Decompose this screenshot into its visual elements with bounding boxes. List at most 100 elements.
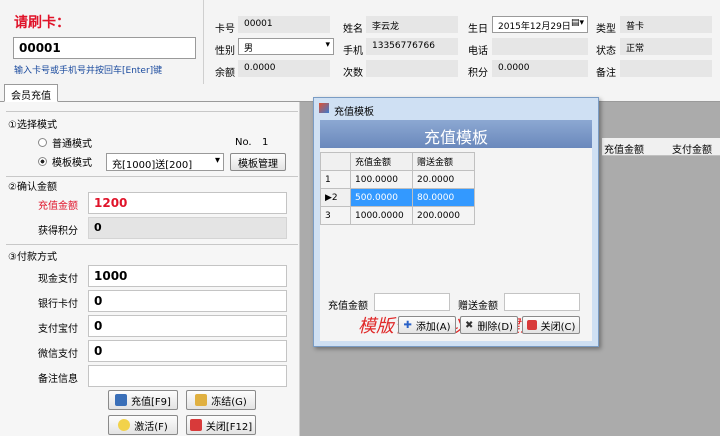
row-gift: 200.0000 (412, 206, 475, 225)
bank-label: 银行卡付 (38, 299, 78, 310)
gender-select[interactable]: 男 ▾ (238, 38, 334, 55)
template-no-label: No. (235, 137, 252, 148)
normal-mode-radio[interactable]: 普通模式 (38, 135, 92, 150)
key-icon (118, 419, 131, 431)
recharge-button[interactable]: 充值[F9] (108, 390, 178, 410)
dialog-gift-input[interactable] (504, 293, 580, 311)
row-charge: 500.0000 (350, 188, 413, 207)
lock-icon (195, 394, 208, 406)
payment-note-input[interactable] (88, 365, 287, 387)
chevron-down-icon: ▾ (214, 155, 220, 166)
table-header-row: 充值金额 赠送金额 (320, 152, 475, 171)
birthday-picker[interactable]: 2015年12月29日 ▤▾ (492, 16, 588, 33)
template-mode-label: 模板模式 (52, 158, 92, 169)
plus-icon: ✚ (403, 319, 412, 331)
gender-label: 性别 (215, 46, 235, 57)
col-gift: 赠送金额 (412, 152, 475, 171)
note-field (620, 60, 712, 77)
tab-member-recharge[interactable]: 会员充值 (4, 84, 58, 102)
freeze-button[interactable]: 冻结(G) (186, 390, 256, 410)
cash-input[interactable]: 1000 (88, 265, 287, 287)
row-gift: 20.0000 (412, 170, 475, 189)
dialog-title: 充值模板 (334, 107, 374, 118)
dialog-close-button[interactable]: 关闭(C) (522, 316, 580, 334)
table-row[interactable]: 1 100.0000 20.0000 (320, 170, 475, 189)
mode-section-title: ①选择模式 (8, 120, 57, 131)
balance-field: 0.0000 (238, 60, 330, 77)
template-select-value: 充[1000]送[200] (112, 160, 193, 171)
birthday-value: 2015年12月29日 (498, 22, 571, 32)
chevron-down-icon: ▾ (325, 40, 330, 50)
row-gift: 80.0000 (412, 188, 475, 207)
normal-mode-label: 普通模式 (52, 139, 92, 150)
radio-on-icon (38, 157, 47, 166)
divider (6, 244, 298, 245)
wechat-input[interactable]: 0 (88, 340, 287, 362)
dialog-banner: 充值模板 (320, 120, 592, 148)
template-table: 充值金额 赠送金额 1 100.0000 20.0000 ▶2 500.0000… (320, 152, 475, 225)
table-row-selected[interactable]: ▶2 500.0000 80.0000 (320, 188, 475, 207)
card-hint: 输入卡号或手机号并按回车[Enter]键 (14, 66, 163, 76)
template-mode-radio[interactable]: 模板模式 (38, 154, 92, 169)
dialog-charge-input[interactable] (374, 293, 450, 311)
close-button[interactable]: 关闭[F12] (186, 415, 256, 435)
template-select[interactable]: 充[1000]送[200] ▾ (106, 153, 224, 171)
card-no-field: 00001 (238, 16, 330, 33)
times-label: 次数 (343, 68, 363, 79)
grid-header: 充值金额 支付金额 (602, 138, 720, 156)
bank-input[interactable]: 0 (88, 290, 287, 312)
template-mgmt-button[interactable]: 模板管理 (230, 153, 286, 171)
points-label: 积分 (468, 68, 488, 79)
close-icon (189, 419, 202, 431)
row-indicator-header (320, 152, 351, 171)
earned-points-field: 0 (88, 217, 287, 239)
payment-section-title: ③付款方式 (8, 252, 57, 263)
balance-label: 余额 (215, 68, 235, 79)
col-charge-amount: 充值金额 (604, 145, 644, 156)
recharge-button-label: 充值[F9] (131, 396, 171, 408)
row-number: 1 (320, 170, 351, 189)
dialog-delete-button[interactable]: ✖ 删除(D) (460, 316, 518, 334)
gender-value: 男 (244, 44, 254, 54)
dialog-charge-label: 充值金额 (328, 301, 368, 312)
calendar-dropdown-icon[interactable]: ▤▾ (571, 18, 584, 28)
phone-label: 手机 (343, 46, 363, 57)
template-dialog: 充值模板 充值模板 充值金额 赠送金额 1 100.0000 20.0000 ▶… (313, 97, 599, 347)
type-label: 类型 (596, 24, 616, 35)
note-label: 备注 (596, 68, 616, 79)
divider (6, 111, 298, 112)
alipay-input[interactable]: 0 (88, 315, 287, 337)
save-icon (115, 394, 128, 406)
birthday-label: 生日 (468, 24, 488, 35)
card-label: 请刷卡： (14, 15, 70, 31)
row-charge: 100.0000 (350, 170, 413, 189)
close-button-label: 关闭(C) (540, 321, 576, 333)
dialog-titlebar: 充值模板 (314, 98, 598, 118)
row-number: 3 (320, 206, 351, 225)
activate-button[interactable]: 激活(F) (108, 415, 178, 435)
col-charge: 充值金额 (350, 152, 413, 171)
table-row[interactable]: 3 1000.0000 200.0000 (320, 206, 475, 225)
amount-section-title: ②确认金额 (8, 182, 57, 193)
freeze-button-label: 冻结(G) (211, 396, 247, 408)
wechat-label: 微信支付 (38, 349, 78, 360)
type-field: 普卡 (620, 16, 712, 33)
activate-button-label: 激活(F) (134, 421, 168, 433)
charge-amount-input[interactable]: 1200 (88, 192, 287, 214)
card-number-input[interactable]: 00001 (13, 37, 196, 59)
dialog-add-button[interactable]: ✚ 添加(A) (398, 316, 456, 334)
charge-amount-label: 充值金额 (38, 201, 78, 212)
divider (6, 176, 298, 177)
close-button-label: 关闭[F12] (205, 421, 253, 433)
tel-field (492, 38, 588, 55)
name-field: 李云龙 (366, 16, 458, 33)
dialog-gift-label: 赠送金额 (458, 301, 498, 312)
template-no-value: 1 (262, 137, 269, 148)
payment-note-label: 备注信息 (38, 374, 78, 385)
alipay-label: 支付宝付 (38, 324, 78, 335)
dialog-body: 充值金额 赠送金额 1 100.0000 20.0000 ▶2 500.0000… (320, 148, 592, 341)
delete-icon: ✖ (465, 319, 474, 331)
col-pay-amount: 支付金额 (672, 145, 712, 156)
delete-button-label: 删除(D) (477, 321, 513, 333)
points-field: 0.0000 (492, 60, 588, 77)
